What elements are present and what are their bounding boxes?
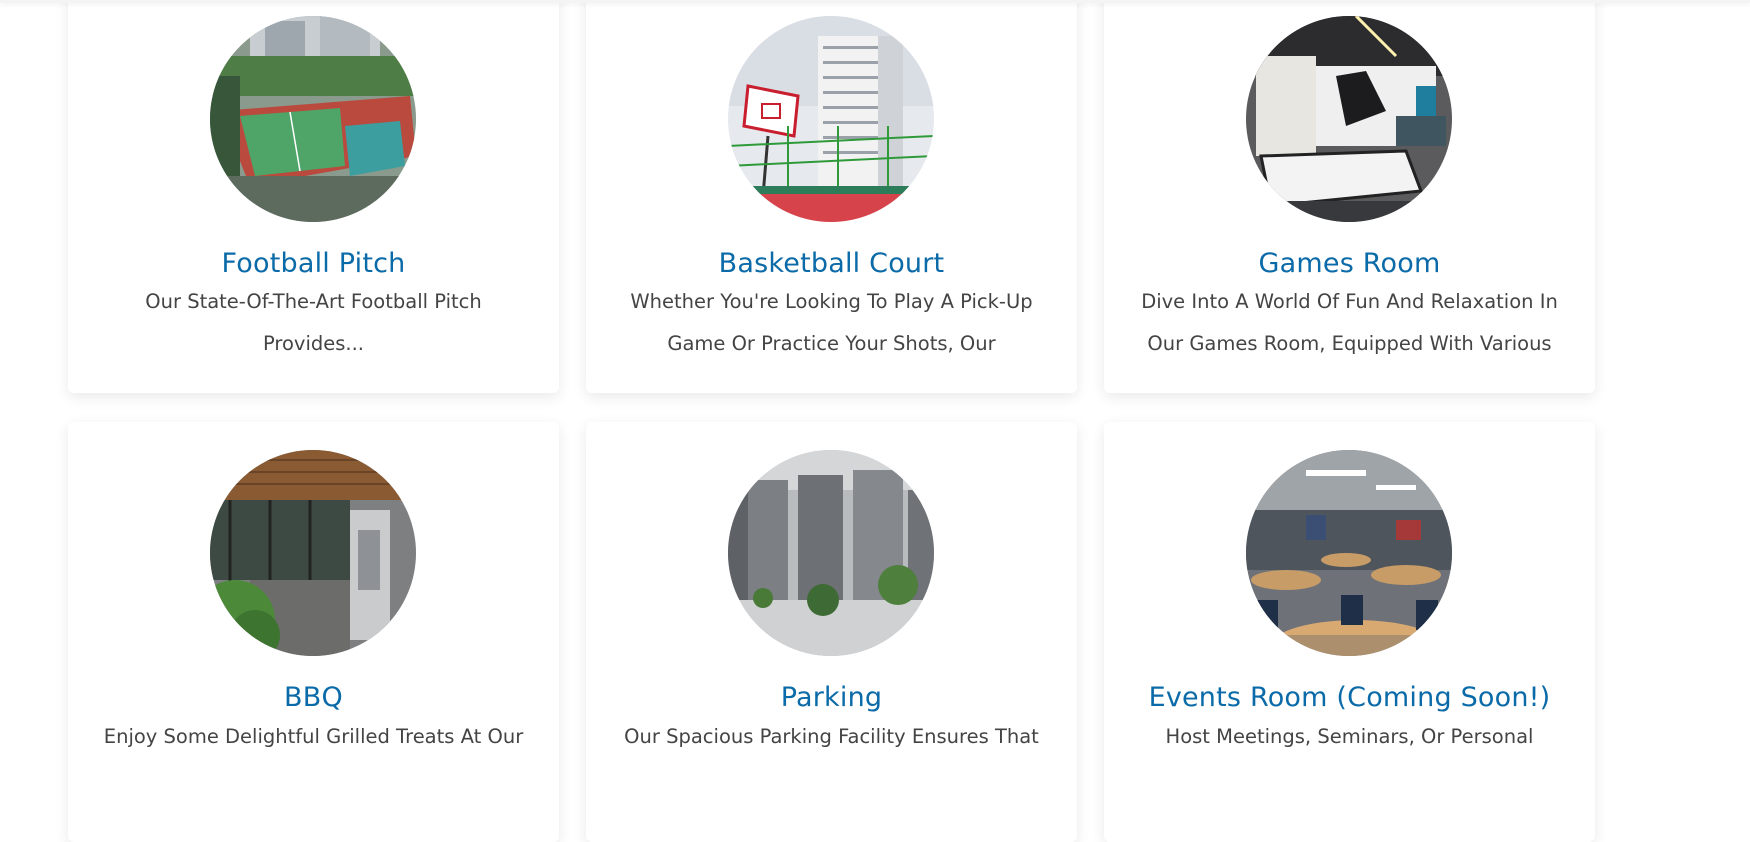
amenity-title[interactable]: Events Room (Coming Soon!) <box>1104 682 1595 713</box>
amenity-description: Host Meetings, Seminars, Or Personal <box>1165 725 1534 748</box>
amenity-card-bbq[interactable]: BBQ Enjoy Some Delightful Grilled Treats… <box>68 422 559 842</box>
football-pitch-photo <box>210 16 416 222</box>
amenity-title[interactable]: Games Room <box>1104 248 1595 279</box>
events-room-photo <box>1246 450 1452 656</box>
amenity-card-basketball-court[interactable]: Basketball Court Whether You're Looking … <box>586 0 1077 393</box>
amenity-title[interactable]: Basketball Court <box>586 248 1077 279</box>
games-room-photo <box>1246 16 1452 222</box>
amenity-title[interactable]: Parking <box>586 682 1077 713</box>
amenity-title[interactable]: BBQ <box>68 682 559 713</box>
amenity-description: Our State-Of-The-Art Football Pitch Prov… <box>145 290 482 355</box>
amenity-description: Enjoy Some Delightful Grilled Treats At … <box>103 725 524 748</box>
amenity-card-events-room[interactable]: Events Room (Coming Soon!) Host Meetings… <box>1104 422 1595 842</box>
amenity-description: Whether You're Looking To Play A Pick-Up… <box>630 290 1033 355</box>
basketball-court-photo <box>728 16 934 222</box>
amenity-card-games-room[interactable]: Games Room Dive Into A World Of Fun And … <box>1104 0 1595 393</box>
amenity-description: Dive Into A World Of Fun And Relaxation … <box>1141 290 1558 355</box>
amenity-description: Our Spacious Parking Facility Ensures Th… <box>624 725 1039 748</box>
amenity-card-parking[interactable]: Parking Our Spacious Parking Facility En… <box>586 422 1077 842</box>
top-header-bar <box>0 0 1750 3</box>
amenity-card-football-pitch[interactable]: Football Pitch Our State-Of-The-Art Foot… <box>68 0 559 393</box>
parking-photo <box>728 450 934 656</box>
bbq-photo <box>210 450 416 656</box>
amenity-title[interactable]: Football Pitch <box>68 248 559 279</box>
